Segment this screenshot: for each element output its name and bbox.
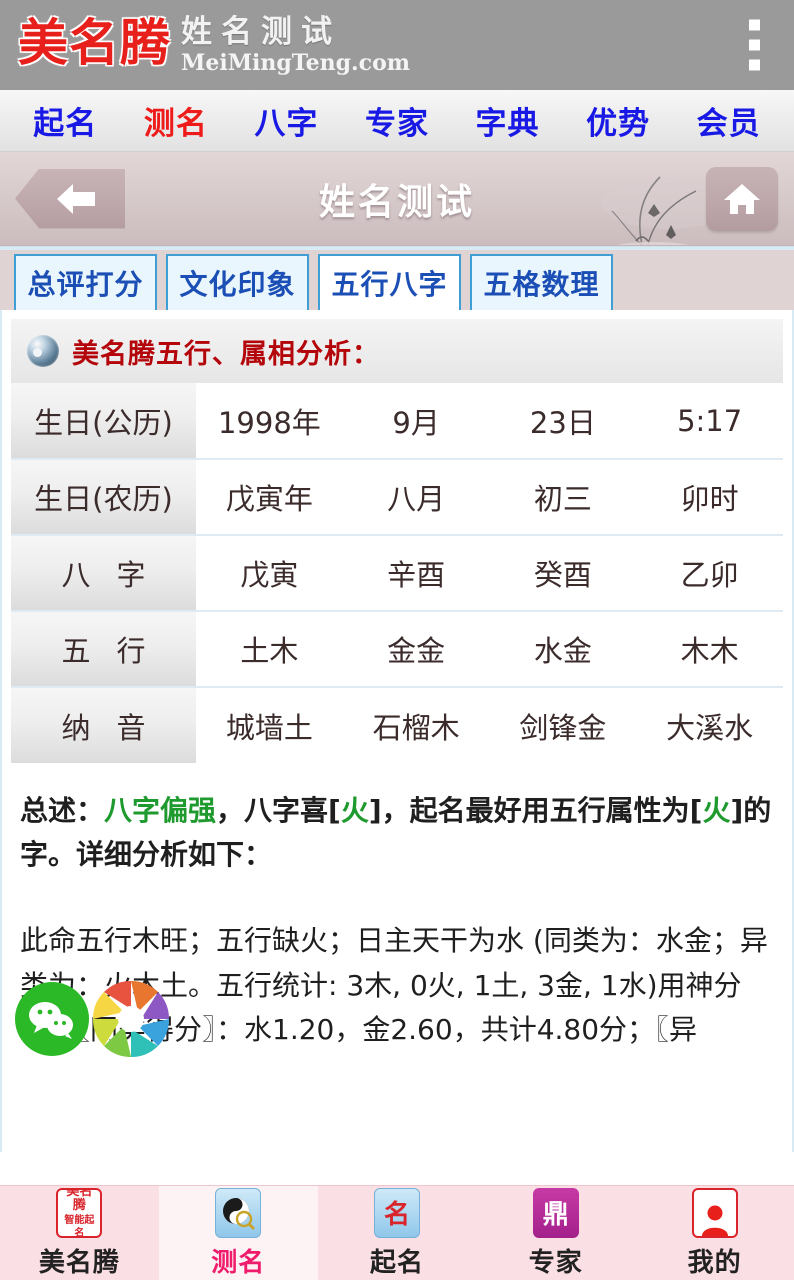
bottom-tab-label: 我的 <box>687 1247 742 1278</box>
nav-item-bazi[interactable]: 八字 <box>254 98 318 143</box>
row-label-gongli: 生日(公历) <box>11 383 196 459</box>
cell-nayin-hour: 大溪水 <box>666 710 754 745</box>
tab-wenhua-yinxiang[interactable]: 文化印象 <box>166 254 309 310</box>
kebab-dot <box>749 19 760 31</box>
table-row: 生日(农历) 戊寅年 八月 初三 卯时 <box>11 459 783 535</box>
logo-bar: 美名腾 姓名测试 MeiMingTeng.com <box>0 0 794 90</box>
cell-gongli-month: 9月 <box>392 405 440 440</box>
tab-content-panel: 美名腾五行、属相分析： 生日(公历) 1998年 9月 23日 5:17 生日(… <box>0 310 794 1152</box>
summary-label: 总述： <box>20 794 105 827</box>
cell-bazi-hour: 乙卯 <box>680 558 739 592</box>
table-row: 纳音 城墙土 石榴木 剑锋金 大溪水 <box>11 687 783 763</box>
cell-nongli-year: 戊寅年 <box>225 482 313 516</box>
cell-bazi-year: 戊寅 <box>240 558 299 592</box>
aperture-glyph <box>92 980 170 1058</box>
cell-nongli-month: 八月 <box>387 482 446 516</box>
cell-wuxing-month: 金金 <box>387 634 446 668</box>
user-silhouette-glyph <box>701 1205 728 1236</box>
app-root: 美名腾 姓名测试 MeiMingTeng.com 起名 测名 八字 专家 字典 … <box>0 0 794 1280</box>
home-icon <box>724 183 760 214</box>
table-row: 八字 戊寅 辛酉 癸酉 乙卯 <box>11 535 783 611</box>
cell-wuxing-hour: 木木 <box>680 634 739 668</box>
summary-paragraph: 总述：八字偏强，八字喜[火]，起名最好用五行属性为[火]的字。详细分析如下： <box>20 789 774 877</box>
cell-gongli-time: 5:17 <box>677 403 743 438</box>
brand-logo: 美名腾 <box>18 13 171 72</box>
tab-wuxing-bazi[interactable]: 五行八字 <box>318 254 461 310</box>
mmt-icon-sub: 智能起名 <box>64 1214 95 1238</box>
summary-highlight-element-2: 火 <box>702 794 731 827</box>
meimingteng-logo-icon: 美名腾 智能起名 <box>56 1187 103 1238</box>
wechat-bubbles-glyph <box>29 1002 73 1039</box>
bottom-tab-bar: 美名腾 智能起名 美名腾 测名 名 起名 鼎 专家 我的 <box>0 1185 794 1280</box>
bottom-tab-label: 测名 <box>211 1247 266 1278</box>
bottom-tab-label: 专家 <box>528 1247 583 1278</box>
nav-item-ceming[interactable]: 测名 <box>144 98 208 143</box>
kebab-dot <box>749 39 760 51</box>
cell-nayin-year: 城墙土 <box>225 710 313 745</box>
kebab-menu-icon[interactable] <box>749 19 760 71</box>
nav-item-huiyuan[interactable]: 会员 <box>697 98 761 143</box>
page-title: 姓名测试 <box>318 181 475 223</box>
main-nav: 起名 测名 八字 专家 字典 优势 会员 <box>0 90 794 152</box>
cell-nayin-day: 剑锋金 <box>519 710 607 745</box>
summary-highlight-element-1: 火 <box>340 794 369 827</box>
cell-nongli-day: 初三 <box>533 482 592 516</box>
tab-zongping-dafen[interactable]: 总评打分 <box>14 254 157 310</box>
row-label-wuxing: 五行 <box>11 611 196 687</box>
bazi-table: 生日(公历) 1998年 9月 23日 5:17 生日(农历) 戊寅年 八月 初… <box>11 383 783 763</box>
cell-bazi-month: 辛酉 <box>387 558 446 592</box>
yinyang-globe-icon <box>27 335 59 367</box>
result-tabs: 总评打分 文化印象 五行八字 五格数理 <box>0 246 794 310</box>
cell-gongli-day: 23日 <box>529 405 596 440</box>
cell-nongli-time: 卯时 <box>680 482 739 516</box>
bottom-tab-zhuanjia[interactable]: 鼎 专家 <box>476 1186 635 1280</box>
cell-gongli-year: 1998年 <box>217 405 321 440</box>
bottom-tab-meimingteng[interactable]: 美名腾 智能起名 美名腾 <box>0 1186 159 1280</box>
cell-nayin-month: 石榴木 <box>372 710 460 745</box>
expert-seal-icon: 鼎 <box>532 1187 579 1238</box>
page-title-bar: 姓名测试 <box>0 152 794 246</box>
yinyang-magnifier-glyph <box>223 1197 256 1230</box>
tab-wuge-shuli[interactable]: 五格数理 <box>470 254 613 310</box>
row-label-nongli: 生日(农历) <box>11 459 196 535</box>
nav-item-zidian[interactable]: 字典 <box>476 98 540 143</box>
cell-wuxing-year: 土木 <box>240 634 299 668</box>
bottom-tab-qiming[interactable]: 名 起名 <box>318 1186 477 1280</box>
user-profile-icon <box>691 1187 738 1238</box>
bottom-tab-ceming[interactable]: 测名 <box>158 1186 318 1280</box>
summary-highlight-strength: 八字偏强 <box>104 794 217 827</box>
summary-mid-1: ，八字喜[ <box>216 794 341 827</box>
nav-item-youshi[interactable]: 优势 <box>586 98 650 143</box>
name-brush-icon: 名 <box>373 1187 420 1238</box>
table-row: 生日(公历) 1998年 9月 23日 5:17 <box>11 383 783 459</box>
section-header: 美名腾五行、属相分析： <box>11 319 783 383</box>
cell-wuxing-day: 水金 <box>533 634 592 668</box>
bottom-tab-label: 起名 <box>369 1247 424 1278</box>
kebab-dot <box>749 59 760 71</box>
bottom-tab-wode[interactable]: 我的 <box>635 1186 794 1280</box>
table-row: 五行 土木 金金 水金 木木 <box>11 611 783 687</box>
brand-subtitle-group: 姓名测试 MeiMingTeng.com <box>181 13 411 76</box>
row-label-bazi: 八字 <box>11 535 196 611</box>
home-button[interactable] <box>706 166 778 231</box>
bottom-tab-label: 美名腾 <box>38 1247 120 1278</box>
brand-subtitle-en: MeiMingTeng.com <box>181 49 411 76</box>
row-label-nayin: 纳音 <box>11 687 196 763</box>
nav-item-qiming[interactable]: 起名 <box>33 98 97 143</box>
yinyang-magnifier-icon <box>215 1187 262 1238</box>
aperture-share-icon[interactable] <box>90 978 172 1060</box>
mmt-icon-main: 美名腾 <box>66 1187 93 1213</box>
summary-mid-2: ]，起名最好用五行属性为[ <box>368 794 703 827</box>
brand-subtitle-cn: 姓名测试 <box>181 13 341 50</box>
nav-item-zhuanjia[interactable]: 专家 <box>365 98 429 143</box>
cell-bazi-day: 癸酉 <box>533 558 592 592</box>
section-title: 美名腾五行、属相分析： <box>72 338 380 370</box>
wechat-share-icon[interactable] <box>15 982 89 1056</box>
